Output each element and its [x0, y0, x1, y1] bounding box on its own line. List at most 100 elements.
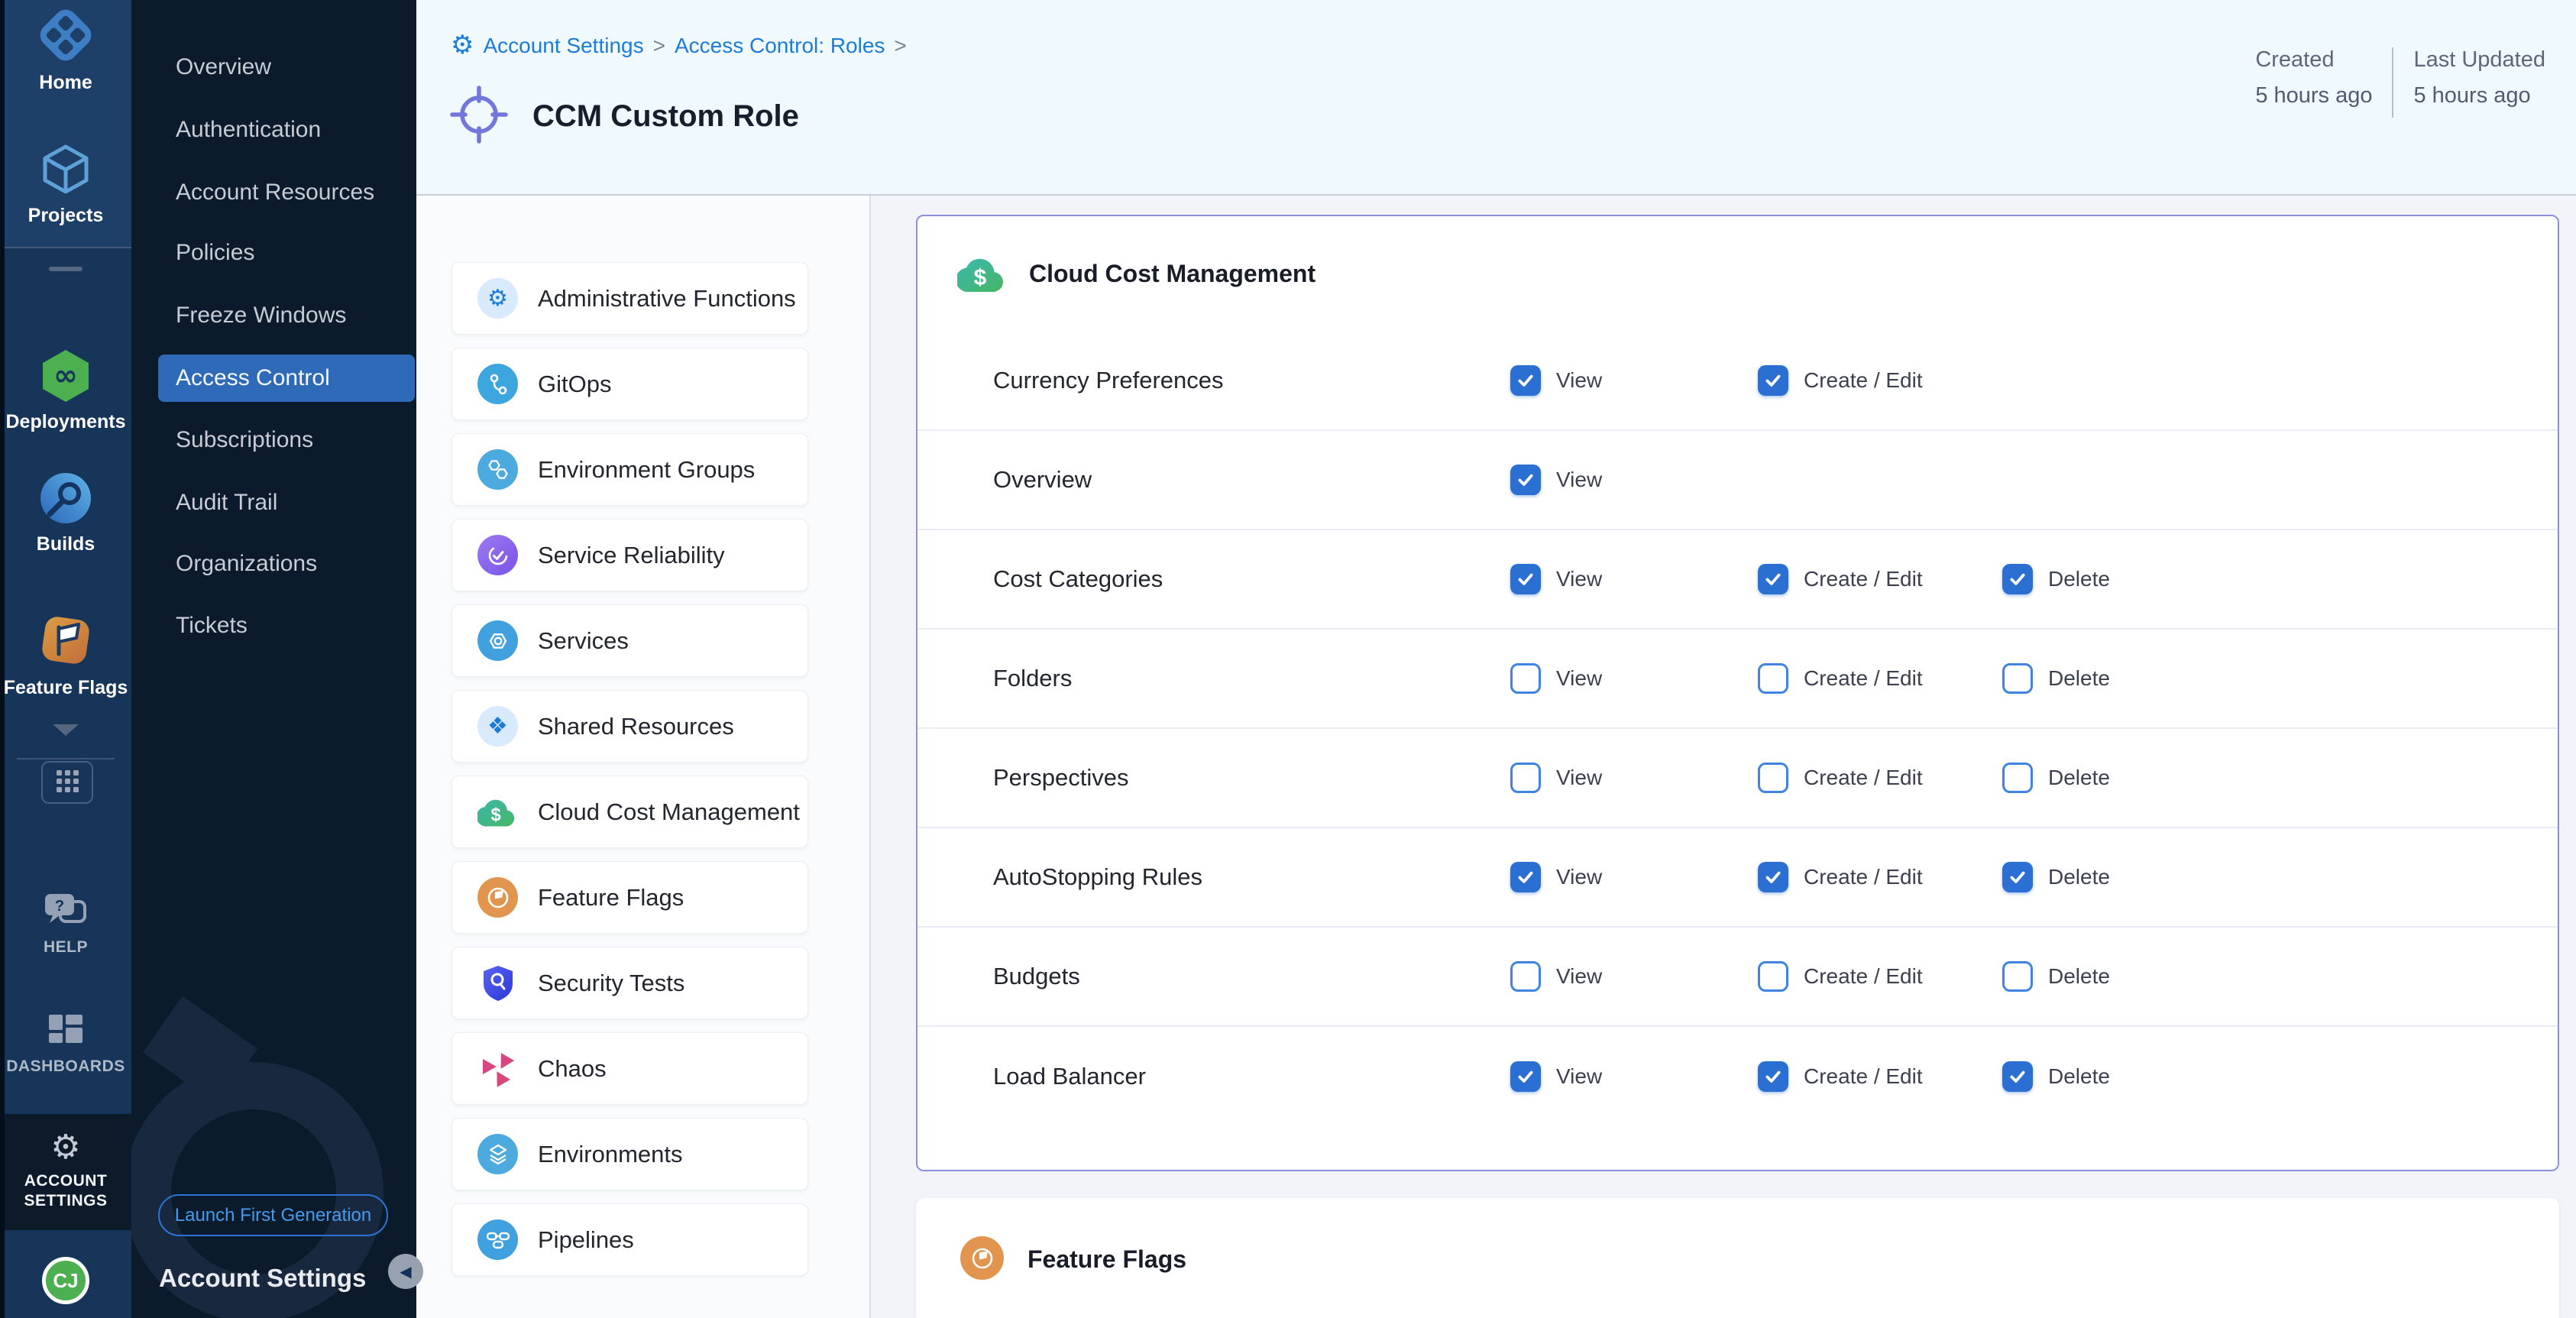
category-card-pipelines[interactable]: Pipelines [451, 1203, 808, 1276]
pipelines-chain-icon [477, 1219, 518, 1260]
category-card-administrative-functions[interactable]: ⚙Administrative Functions [451, 262, 808, 335]
checkbox-label: Delete [2048, 766, 2110, 790]
resource-label: Currency Preferences [993, 367, 1224, 394]
category-card-feature-flags[interactable]: Feature Flags [451, 861, 808, 934]
collapse-nav-button[interactable]: ◀ [388, 1254, 423, 1289]
module-picker-button[interactable] [41, 761, 93, 804]
nav-item-label: Account Resources [176, 180, 374, 206]
checkbox-delete-unchecked[interactable] [2002, 763, 2033, 793]
more-modules-button[interactable] [0, 724, 131, 736]
permission-row-load-balancer: Load BalancerViewCreate / EditDelete [917, 1027, 2558, 1126]
checkbox-label: Create / Edit [1804, 964, 1923, 989]
checkbox-create-edit-checked[interactable] [1758, 862, 1788, 892]
checkbox-view-checked[interactable] [1510, 465, 1541, 495]
category-card-cloud-cost-management[interactable]: $Cloud Cost Management [451, 776, 808, 848]
last-updated-label: Last Updated [2413, 47, 2545, 73]
nav-item-access-control[interactable]: Access Control [158, 355, 415, 402]
permission-view: View [1510, 763, 1602, 793]
harness-app: Home Projects ∞ Deployments Builds Featu… [0, 0, 2576, 1318]
nav-item-tickets[interactable]: Tickets [131, 602, 416, 649]
nav-item-account-resources[interactable]: Account Resources [131, 169, 416, 216]
permission-row-cost-categories: Cost CategoriesViewCreate / EditDelete [917, 530, 2558, 630]
category-card-chaos[interactable]: Chaos [451, 1032, 808, 1105]
checkbox-delete-checked[interactable] [2002, 1061, 2033, 1092]
checkbox-delete-unchecked[interactable] [2002, 961, 2033, 992]
service-reliability-icon [477, 535, 518, 575]
sidebar-item-label: ACCOUNT [0, 1172, 131, 1190]
category-card-environment-groups[interactable]: Environment Groups [451, 433, 808, 506]
checkbox-view-unchecked[interactable] [1510, 663, 1541, 694]
nav-item-label: Overview [176, 54, 271, 80]
sidebar-item-home[interactable]: Home [0, 3, 131, 94]
nav-item-authentication[interactable]: Authentication [131, 106, 416, 154]
resource-label: Folders [993, 665, 1072, 692]
sidebar-item-account-settings[interactable]: ⚙ ACCOUNT SETTINGS [0, 1114, 131, 1230]
svg-text:$: $ [974, 265, 987, 290]
category-card-services[interactable]: Services [451, 604, 808, 677]
breadcrumb: ⚙ Account Settings > Access Control: Rol… [451, 32, 907, 59]
permission-view: View [1510, 663, 1602, 694]
breadcrumb-separator: > [894, 34, 906, 58]
checkbox-label: View [1556, 368, 1602, 393]
nav-item-policies[interactable]: Policies [131, 229, 416, 277]
nav-item-overview[interactable]: Overview [131, 44, 416, 91]
checkbox-create-edit-unchecked[interactable] [1758, 763, 1788, 793]
breadcrumb-gear-icon: ⚙ [451, 32, 474, 59]
resource-label: Cost Categories [993, 565, 1163, 593]
checkbox-label: Create / Edit [1804, 666, 1923, 691]
rail-drag-handle[interactable] [49, 267, 83, 271]
last-updated-value: 5 hours ago [2413, 83, 2545, 108]
category-card-gitops[interactable]: GitOps [451, 348, 808, 420]
environments-icon [477, 1134, 518, 1174]
checkbox-label: Delete [2048, 1064, 2110, 1089]
nav-item-organizations[interactable]: Organizations [131, 540, 416, 588]
checkbox-view-checked[interactable] [1510, 862, 1541, 892]
ccm-cloud-icon: $ [957, 255, 1008, 293]
nav-item-freeze-windows[interactable]: Freeze Windows [131, 292, 416, 339]
checkbox-view-checked[interactable] [1510, 564, 1541, 594]
sidebar-item-feature-flags[interactable]: Feature Flags [0, 608, 131, 699]
avatar[interactable]: CJ [42, 1257, 89, 1304]
category-card-security-tests[interactable]: Security Tests [451, 947, 808, 1019]
checkbox-create-edit-unchecked[interactable] [1758, 663, 1788, 694]
nav-item-subscriptions[interactable]: Subscriptions [131, 416, 416, 464]
category-card-service-reliability[interactable]: Service Reliability [451, 519, 808, 591]
checkbox-label: Delete [2048, 567, 2110, 591]
sidebar-item-label: HELP [0, 938, 131, 957]
nav-item-audit-trail[interactable]: Audit Trail [131, 479, 416, 526]
sidebar-item-builds[interactable]: Builds [0, 468, 131, 555]
sidebar-item-label: DASHBOARDS [0, 1057, 131, 1076]
checkbox-view-checked[interactable] [1510, 365, 1541, 396]
checkbox-create-edit-unchecked[interactable] [1758, 961, 1788, 992]
resource-label: Perspectives [993, 764, 1128, 792]
permission-delete: Delete [2002, 564, 2110, 594]
sidebar-item-deployments[interactable]: ∞ Deployments [0, 345, 131, 433]
gear-icon: ⚙ [0, 1131, 131, 1164]
checkbox-create-edit-checked[interactable] [1758, 365, 1788, 396]
checkbox-delete-checked[interactable] [2002, 862, 2033, 892]
checkbox-view-unchecked[interactable] [1510, 961, 1541, 992]
category-card-shared-resources[interactable]: ❖Shared Resources [451, 690, 808, 763]
category-card-environments[interactable]: Environments [451, 1118, 808, 1190]
grid-icon [52, 766, 83, 800]
checkbox-label: Create / Edit [1804, 865, 1923, 889]
nav-item-label: Policies [176, 240, 254, 266]
checkbox-delete-unchecked[interactable] [2002, 663, 2033, 694]
checkbox-view-checked[interactable] [1510, 1061, 1541, 1092]
sidebar-item-help[interactable]: ? HELP [0, 891, 131, 957]
environment-groups-icon [477, 449, 518, 490]
checkbox-delete-checked[interactable] [2002, 564, 2033, 594]
permission-row-folders: FoldersViewCreate / EditDelete [917, 630, 2558, 729]
nav-footer-title: Account Settings [159, 1264, 366, 1293]
breadcrumb-link-access-control-roles[interactable]: Access Control: Roles [675, 34, 885, 58]
sidebar-item-dashboards[interactable]: DASHBOARDS [0, 1012, 131, 1076]
checkbox-view-unchecked[interactable] [1510, 763, 1541, 793]
sidebar-item-projects[interactable]: Projects [0, 139, 131, 227]
next-section-title: Feature Flags [1027, 1245, 1186, 1274]
projects-cube-icon [0, 139, 131, 200]
launch-first-generation-button[interactable]: Launch First Generation [158, 1194, 388, 1236]
checkbox-create-edit-checked[interactable] [1758, 1061, 1788, 1092]
checkbox-create-edit-checked[interactable] [1758, 564, 1788, 594]
sidebar-item-label: Feature Flags [0, 677, 131, 699]
breadcrumb-link-account-settings[interactable]: Account Settings [483, 34, 643, 58]
